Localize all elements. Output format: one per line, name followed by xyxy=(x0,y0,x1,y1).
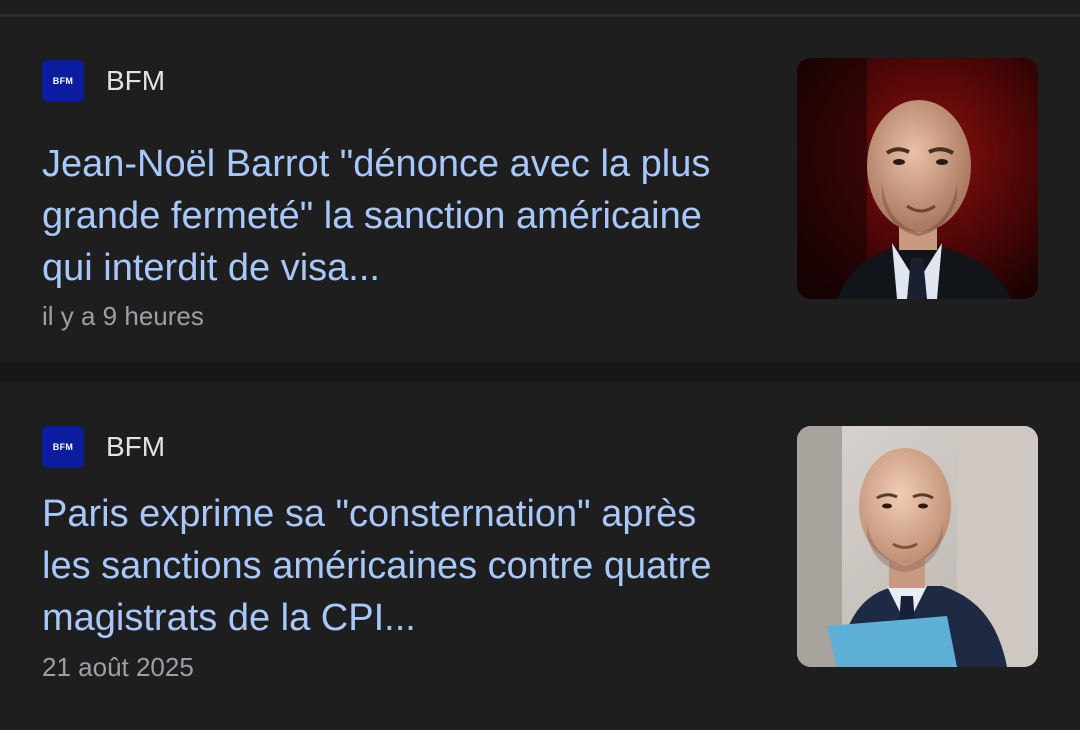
article-timestamp: 21 août 2025 xyxy=(42,652,194,682)
portrait-photo-icon xyxy=(797,58,1038,299)
article-source: BFM BFM xyxy=(42,426,165,468)
bfm-logo-icon: BFM xyxy=(42,60,84,102)
article-card[interactable]: BFM BFM Paris exprime sa "consternation"… xyxy=(0,386,1080,726)
source-name: BFM xyxy=(106,65,166,96)
article-headline-link[interactable]: Jean-Noël Barrot "dénonce avec la plus g… xyxy=(42,138,742,294)
article-headline-link[interactable]: Paris exprime sa "consternation" après l… xyxy=(42,488,742,644)
source-name: BFM xyxy=(106,431,166,462)
article-thumbnail[interactable] xyxy=(797,58,1038,299)
article-source: BFM BFM xyxy=(42,60,165,102)
news-feed: BFM BFM Jean-Noël Barrot "dénonce avec l… xyxy=(0,0,1080,730)
divider-middle xyxy=(0,362,1080,382)
article-card[interactable]: BFM BFM Jean-Noël Barrot "dénonce avec l… xyxy=(0,18,1080,358)
article-timestamp: il y a 9 heures xyxy=(42,301,204,331)
portrait-photo-icon xyxy=(797,426,1038,667)
bfm-logo-icon: BFM xyxy=(42,426,84,468)
article-thumbnail[interactable] xyxy=(797,426,1038,667)
divider-top xyxy=(0,14,1080,17)
